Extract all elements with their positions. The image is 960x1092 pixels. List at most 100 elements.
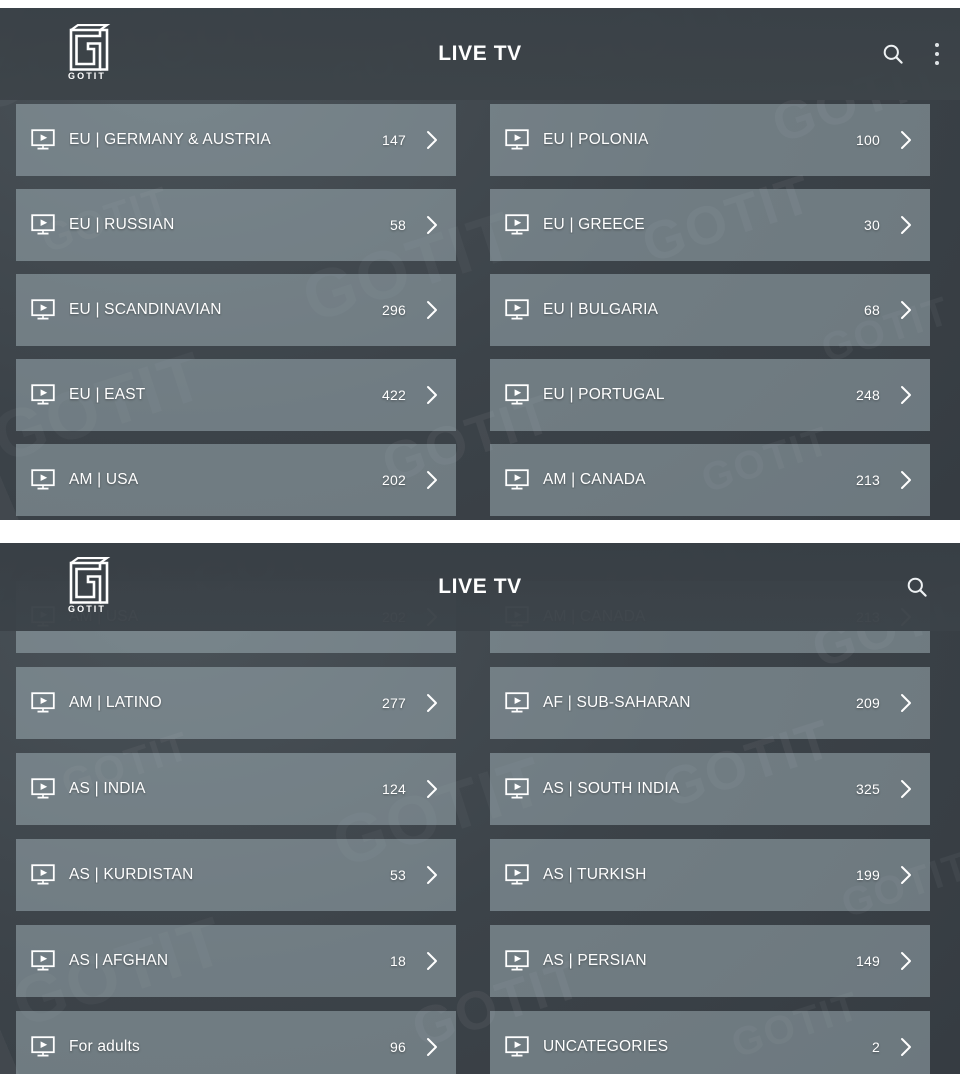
list-item-count: 2: [872, 1039, 880, 1055]
list-item-label: EU | POLONIA: [543, 131, 649, 148]
list-item-label: AS | PERSIAN: [543, 952, 647, 969]
list-item-label: EU | SCANDINAVIAN: [69, 301, 222, 318]
chevron-right-icon: [898, 469, 914, 491]
list-item[interactable]: EU | SCANDINAVIAN 296: [16, 274, 456, 346]
list-item[interactable]: AM | LATINO 277: [16, 667, 456, 739]
chevron-right-icon: [898, 864, 914, 886]
list-item[interactable]: AS | PERSIAN 149: [490, 925, 930, 997]
chevron-right-icon: [898, 129, 914, 151]
channel-category-grid: AM | USA 202: [0, 581, 960, 1074]
list-item[interactable]: EU | RUSSIAN 58: [16, 189, 456, 261]
list-item[interactable]: AS | AFGHAN 18: [16, 925, 456, 997]
list-item-count: 100: [856, 132, 880, 148]
chevron-right-icon: [424, 129, 440, 151]
chevron-right-icon: [898, 950, 914, 972]
gotit-logo-icon: GOTIT: [58, 557, 116, 619]
list-item-label: AS | TURKISH: [543, 866, 647, 883]
search-icon[interactable]: [872, 33, 914, 75]
chevron-right-icon: [424, 778, 440, 800]
list-item-count: 202: [382, 472, 406, 488]
table-row: EU | SCANDINAVIAN 296 EU | BULGARIA 68: [0, 274, 960, 346]
gotit-logo-icon: GOTIT: [58, 24, 116, 86]
tv-play-icon: [30, 863, 56, 887]
table-row: EU | EAST 422 EU | PORTUGAL 248: [0, 359, 960, 431]
list-item-count: 199: [856, 867, 880, 883]
list-item-count: 325: [856, 781, 880, 797]
list-item[interactable]: AM | USA 202: [16, 444, 456, 516]
list-item-count: 422: [382, 387, 406, 403]
list-item-count: 53: [390, 867, 406, 883]
list-item-count: 58: [390, 217, 406, 233]
chevron-right-icon: [424, 469, 440, 491]
list-item[interactable]: For adults 96: [16, 1011, 456, 1074]
chevron-right-icon: [424, 214, 440, 236]
chevron-right-icon: [424, 1036, 440, 1058]
app-screen: GOTIT GOTIT GOTIT GOTIT GOTIT GOTIT GOTI…: [0, 0, 960, 1092]
chevron-right-icon: [424, 864, 440, 886]
chevron-right-icon: [898, 1036, 914, 1058]
list-item[interactable]: AS | SOUTH INDIA 325: [490, 753, 930, 825]
tv-play-icon: [504, 383, 530, 407]
live-tv-panel-bottom: GOTIT GOTIT GOTIT GOTIT GOTIT GOTIT GOTI…: [0, 543, 960, 1074]
page-title: LIVE TV: [438, 42, 522, 65]
chevron-right-icon: [898, 778, 914, 800]
table-row: AS | AFGHAN 18 AS | PERSIAN 149: [0, 925, 960, 997]
list-item-count: 124: [382, 781, 406, 797]
list-item-count: 248: [856, 387, 880, 403]
chevron-right-icon: [898, 214, 914, 236]
live-tv-panel-top: GOTIT GOTIT GOTIT GOTIT GOTIT GOTIT GOTI…: [0, 8, 960, 520]
list-item[interactable]: AS | TURKISH 199: [490, 839, 930, 911]
table-row: AS | INDIA 124 AS | SOUTH INDIA 325: [0, 753, 960, 825]
list-item[interactable]: EU | PORTUGAL 248: [490, 359, 930, 431]
tv-play-icon: [504, 298, 530, 322]
list-item-label: AF | SUB-SAHARAN: [543, 694, 691, 711]
list-item-label: UNCATEGORIES: [543, 1038, 669, 1055]
list-item-count: 277: [382, 695, 406, 711]
table-row: AS | KURDISTAN 53 AS | TURKISH 199: [0, 839, 960, 911]
bottom-margin: [0, 1074, 960, 1092]
table-row: AM | USA 202: [0, 444, 960, 516]
chevron-right-icon: [898, 692, 914, 714]
list-item-count: 209: [856, 695, 880, 711]
tv-play-icon: [504, 691, 530, 715]
app-header: GOTIT LIVE TV: [0, 543, 960, 631]
tv-play-icon: [504, 949, 530, 973]
list-item[interactable]: EU | GREECE 30: [490, 189, 930, 261]
list-item-count: 30: [864, 217, 880, 233]
list-item[interactable]: AM | CANADA 213: [490, 444, 930, 516]
list-item[interactable]: EU | BULGARIA 68: [490, 274, 930, 346]
list-item-label: EU | RUSSIAN: [69, 216, 175, 233]
list-item-label: EU | GERMANY & AUSTRIA: [69, 131, 271, 148]
list-item[interactable]: EU | GERMANY & AUSTRIA 147: [16, 104, 456, 176]
list-item-count: 149: [856, 953, 880, 969]
list-item-count: 147: [382, 132, 406, 148]
more-vertical-icon[interactable]: [924, 39, 950, 69]
list-item[interactable]: AS | KURDISTAN 53: [16, 839, 456, 911]
tv-play-icon: [30, 691, 56, 715]
tv-play-icon: [504, 863, 530, 887]
channel-category-grid: EU | GERMANY & AUSTRIA 147 EU | POLONIA …: [0, 104, 960, 516]
chevron-right-icon: [424, 692, 440, 714]
list-item[interactable]: EU | POLONIA 100: [490, 104, 930, 176]
chevron-right-icon: [424, 950, 440, 972]
list-item-label: AM | CANADA: [543, 471, 646, 488]
search-icon[interactable]: [896, 566, 938, 608]
list-item-count: 18: [390, 953, 406, 969]
list-item-label: For adults: [69, 1038, 140, 1055]
list-item[interactable]: UNCATEGORIES 2: [490, 1011, 930, 1074]
header-actions: [872, 8, 950, 100]
table-row: EU | RUSSIAN 58 EU | GREECE 30: [0, 189, 960, 261]
list-item[interactable]: AF | SUB-SAHARAN 209: [490, 667, 930, 739]
table-row: EU | GERMANY & AUSTRIA 147 EU | POLONIA …: [0, 104, 960, 176]
chevron-right-icon: [424, 384, 440, 406]
list-item-label: EU | EAST: [69, 386, 146, 403]
table-row: For adults 96 UNCATEGORIES 2: [0, 1011, 960, 1074]
top-margin: [0, 0, 960, 8]
page-title: LIVE TV: [438, 575, 522, 598]
list-item-label: AS | INDIA: [69, 780, 146, 797]
list-item[interactable]: EU | EAST 422: [16, 359, 456, 431]
list-item-label: EU | BULGARIA: [543, 301, 659, 318]
list-item-label: AS | KURDISTAN: [69, 866, 194, 883]
chevron-right-icon: [898, 384, 914, 406]
list-item[interactable]: AS | INDIA 124: [16, 753, 456, 825]
